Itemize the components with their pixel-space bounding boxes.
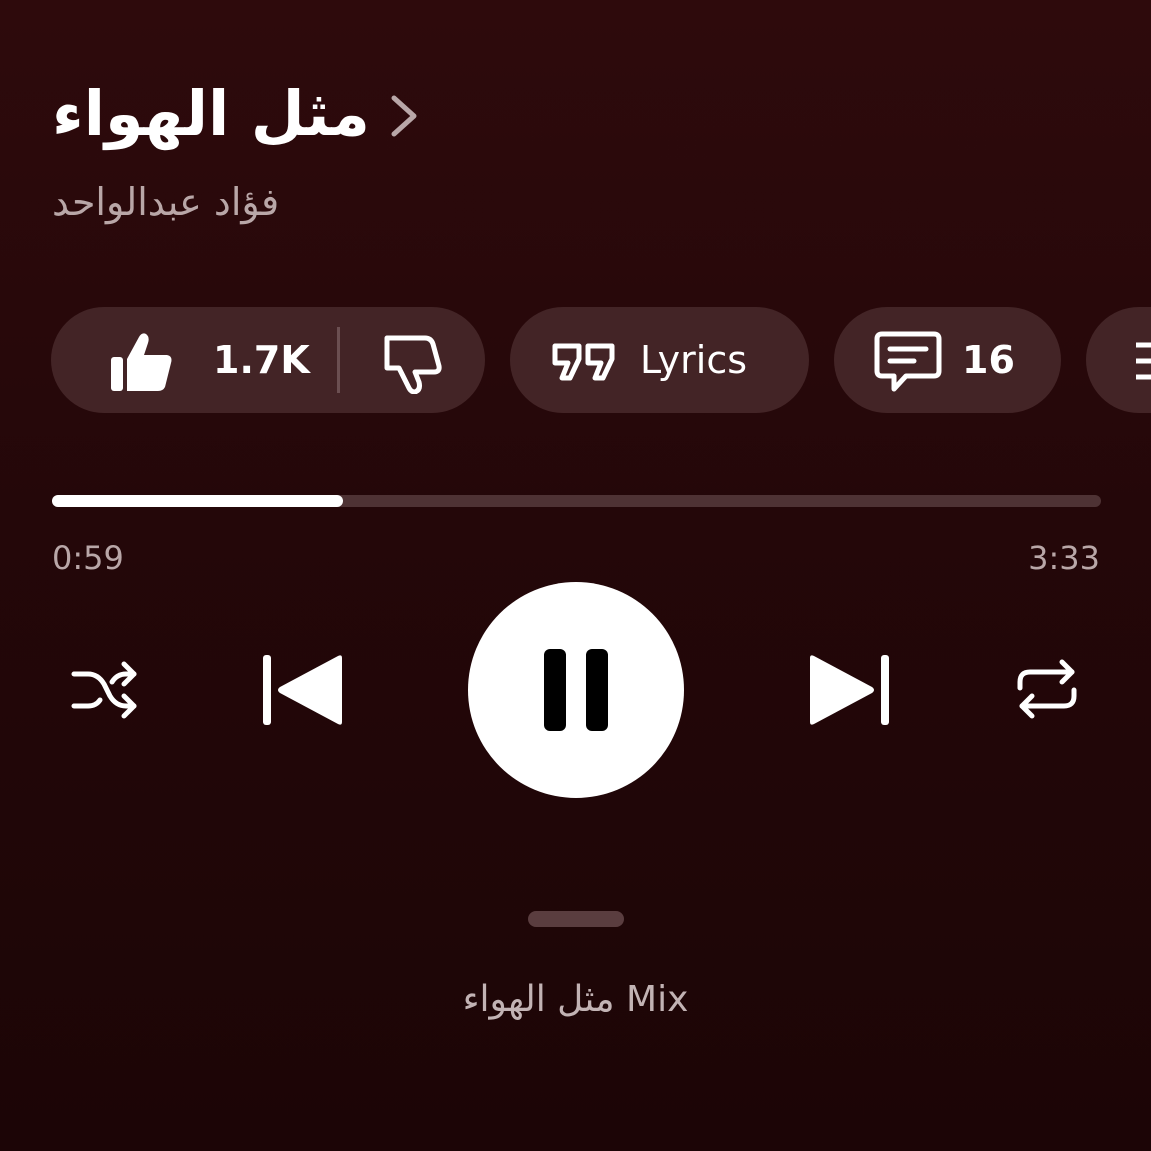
duration-time: 3:33	[1028, 539, 1100, 577]
queue-drag-handle[interactable]	[528, 911, 624, 927]
artist-name[interactable]: فؤاد عبدالواحد	[52, 178, 279, 226]
thumbs-up-icon[interactable]	[109, 331, 175, 393]
menu-icon	[1136, 342, 1151, 380]
shuffle-icon[interactable]	[70, 656, 140, 724]
track-title: مثل الهواء	[52, 77, 370, 150]
chevron-right-icon[interactable]	[386, 94, 422, 138]
comments-count: 16	[962, 338, 1015, 382]
like-dislike-chip: 1.7K	[51, 307, 485, 413]
track-title-link[interactable]: مثل الهواء	[52, 78, 370, 150]
skip-previous-icon[interactable]	[260, 652, 348, 728]
comment-icon	[874, 331, 942, 392]
thumbs-down-icon[interactable]	[381, 334, 443, 394]
queue-title[interactable]: مثل الهواء Mix	[0, 976, 1151, 1024]
like-count: 1.7K	[213, 338, 310, 382]
pause-icon	[544, 649, 608, 731]
comments-button[interactable]: 16	[834, 307, 1061, 413]
progress-fill	[52, 495, 343, 507]
quote-icon	[552, 343, 615, 381]
chip-divider	[337, 327, 340, 393]
lyrics-button[interactable]: Lyrics	[510, 307, 809, 413]
repeat-icon[interactable]	[1012, 654, 1082, 724]
lyrics-label: Lyrics	[640, 338, 748, 382]
skip-next-icon[interactable]	[804, 652, 892, 728]
progress-bar[interactable]	[52, 495, 1101, 507]
more-button[interactable]	[1086, 307, 1151, 413]
pause-button[interactable]	[468, 582, 684, 798]
elapsed-time: 0:59	[52, 539, 124, 577]
